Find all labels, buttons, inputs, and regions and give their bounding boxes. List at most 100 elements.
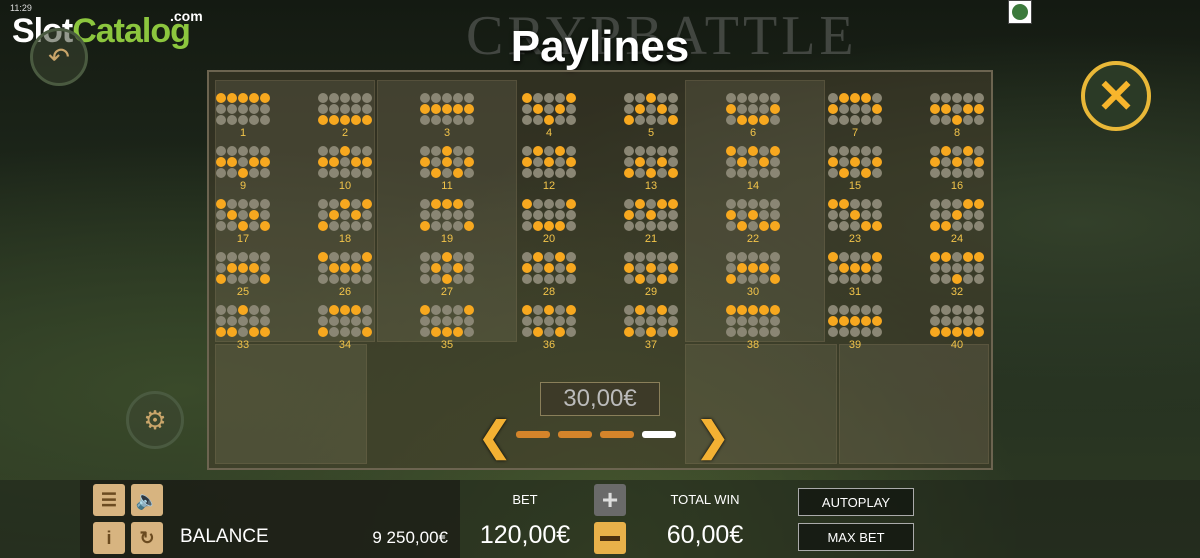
inactive-dot (974, 316, 984, 326)
inactive-dot (227, 104, 237, 114)
inactive-dot (318, 210, 328, 220)
active-dot (544, 157, 554, 167)
next-page-button[interactable]: ❯ (696, 414, 730, 460)
inactive-dot (533, 305, 543, 315)
inactive-dot (646, 199, 656, 209)
inactive-dot (431, 210, 441, 220)
inactive-dot (362, 104, 372, 114)
max-bet-button[interactable]: MAX BET (798, 523, 914, 551)
active-dot (646, 210, 656, 220)
inactive-dot (351, 168, 361, 178)
active-dot (431, 168, 441, 178)
inactive-dot (668, 316, 678, 326)
page-dot[interactable] (558, 431, 592, 438)
payline-number: 3 (443, 127, 451, 139)
menu-button[interactable]: ☰ (93, 484, 125, 516)
payline-5: 5 (621, 93, 681, 139)
active-dot (544, 263, 554, 273)
active-dot (442, 157, 452, 167)
inactive-dot (861, 327, 871, 337)
sound-button[interactable]: 🔈 (131, 484, 163, 516)
active-dot (850, 316, 860, 326)
inactive-dot (963, 168, 973, 178)
inactive-dot (329, 146, 339, 156)
active-dot (351, 115, 361, 125)
payline-pattern (927, 93, 987, 125)
inactive-dot (861, 199, 871, 209)
inactive-dot (249, 199, 259, 209)
payline-number: 31 (848, 286, 862, 298)
payline-number: 5 (647, 127, 655, 139)
active-dot (635, 305, 645, 315)
inactive-dot (442, 115, 452, 125)
inactive-dot (566, 115, 576, 125)
active-dot (566, 305, 576, 315)
decrease-bet-button[interactable] (594, 522, 626, 554)
history-button[interactable]: ↻ (131, 522, 163, 554)
inactive-dot (227, 199, 237, 209)
info-button[interactable]: i (93, 522, 125, 554)
inactive-dot (318, 168, 328, 178)
payline-number: 37 (644, 339, 658, 351)
payline-number: 9 (239, 180, 247, 192)
active-dot (748, 146, 758, 156)
payline-pattern (825, 305, 885, 337)
inactive-dot (216, 210, 226, 220)
payline-number: 39 (848, 339, 862, 351)
inactive-dot (544, 327, 554, 337)
prev-page-button[interactable]: ❮ (478, 414, 512, 460)
close-button[interactable]: ✕ (1081, 61, 1151, 131)
inactive-dot (227, 316, 237, 326)
payline-number: 30 (746, 286, 760, 298)
payline-number: 13 (644, 180, 658, 192)
inactive-dot (850, 274, 860, 284)
active-dot (522, 305, 532, 315)
inactive-dot (941, 93, 951, 103)
inactive-dot (635, 252, 645, 262)
payline-pattern (825, 146, 885, 178)
payline-pattern (927, 252, 987, 284)
inactive-dot (453, 115, 463, 125)
payline-number: 7 (851, 127, 859, 139)
inactive-dot (624, 104, 634, 114)
inactive-dot (737, 168, 747, 178)
autoplay-button[interactable]: AUTOPLAY (798, 488, 914, 516)
payline-pattern (825, 252, 885, 284)
inactive-dot (872, 210, 882, 220)
active-dot (861, 168, 871, 178)
active-dot (318, 252, 328, 262)
active-dot (952, 157, 962, 167)
inactive-dot (249, 305, 259, 315)
page-dot[interactable] (516, 431, 550, 438)
increase-bet-button[interactable]: + (594, 484, 626, 516)
inactive-dot (533, 157, 543, 167)
page-dot[interactable] (600, 431, 634, 438)
active-dot (737, 115, 747, 125)
active-dot (420, 157, 430, 167)
page-dot[interactable] (642, 431, 676, 438)
payline-pattern (315, 305, 375, 337)
inactive-dot (420, 316, 430, 326)
inactive-dot (453, 157, 463, 167)
inactive-dot (351, 93, 361, 103)
payline-pattern (519, 199, 579, 231)
inactive-dot (635, 146, 645, 156)
active-dot (522, 263, 532, 273)
active-dot (533, 146, 543, 156)
active-dot (318, 221, 328, 231)
inactive-dot (952, 146, 962, 156)
active-dot (533, 252, 543, 262)
inactive-dot (646, 146, 656, 156)
settings-button[interactable]: ⚙ (126, 391, 184, 449)
inactive-dot (930, 168, 940, 178)
inactive-dot (668, 252, 678, 262)
inactive-dot (726, 221, 736, 231)
inactive-dot (566, 210, 576, 220)
back-button[interactable]: ↶ (30, 28, 88, 86)
active-dot (624, 263, 634, 273)
inactive-dot (522, 252, 532, 262)
active-dot (464, 221, 474, 231)
active-dot (227, 157, 237, 167)
active-dot (249, 263, 259, 273)
inactive-dot (770, 199, 780, 209)
